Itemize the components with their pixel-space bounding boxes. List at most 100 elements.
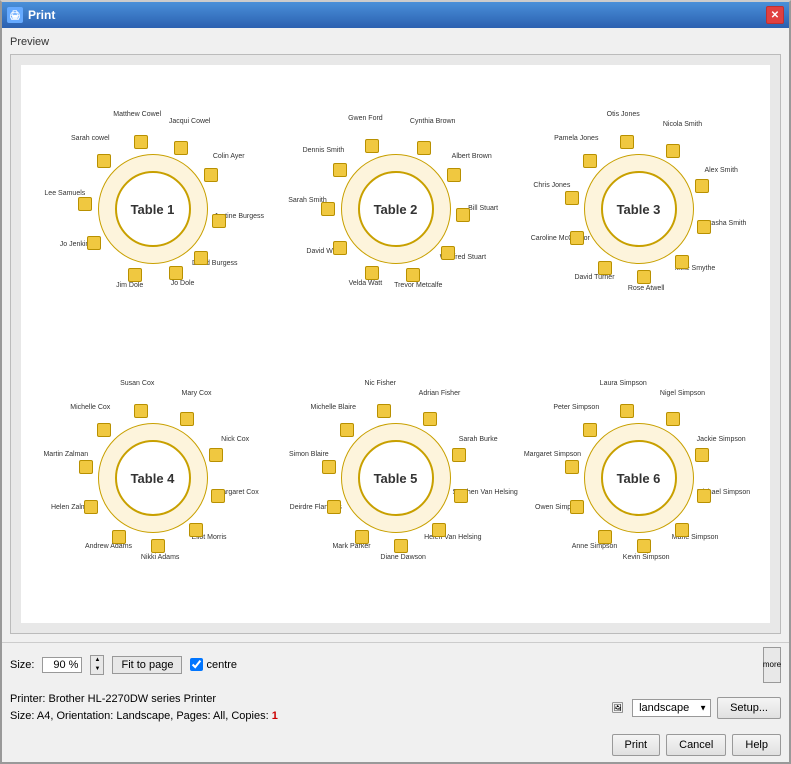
- close-button[interactable]: ✕: [766, 6, 784, 24]
- table-container-4: Table 4Susan CoxMichelle CoxMartin Zalma…: [36, 349, 269, 608]
- seat-name-3-2: Pamela Jones: [548, 135, 604, 143]
- table-container-6: Table 6 Laura Simpson Peter Simpson Margare…: [522, 349, 755, 608]
- window-title: Print: [28, 8, 55, 22]
- more-button[interactable]: more: [763, 647, 781, 683]
- table-label-5: Table 5: [358, 440, 434, 516]
- seat-4-8: [211, 489, 225, 503]
- fit-to-page-button[interactable]: Fit to page: [112, 656, 182, 674]
- seat-1-3: [174, 141, 188, 155]
- print-icon: 🖨: [7, 7, 23, 23]
- seat-3-8: [697, 220, 711, 234]
- seat-6-4: [570, 500, 584, 514]
- seat-4-5: [112, 530, 126, 544]
- seat-name-1-3: Jacqui Cowel: [162, 118, 218, 126]
- seat-4-6: [151, 539, 165, 553]
- orientation-select[interactable]: landscape portrait: [632, 699, 711, 717]
- print-button[interactable]: Print: [612, 734, 661, 756]
- table-diagram-5: Table 5Nic FisherMichelle BlaireSimon Bl…: [306, 388, 486, 568]
- seat-1-7: [169, 266, 183, 280]
- seat-2-10: [417, 141, 431, 155]
- seat-name-6-3: Margaret Simpson: [524, 451, 580, 459]
- orientation-select-wrapper: landscape portrait: [632, 699, 711, 717]
- seat-2-8: [456, 208, 470, 222]
- centre-checkbox-group: centre: [190, 658, 237, 671]
- info-bar: Printer: Brother HL-2270DW series Printe…: [2, 687, 789, 730]
- seat-name-1-4: Colin Ayer: [201, 153, 257, 161]
- seat-1-4: [204, 168, 218, 182]
- seat-6-6: [637, 539, 651, 553]
- seat-5-9: [452, 448, 466, 462]
- seat-4-4: [84, 500, 98, 514]
- seat-3-10: [666, 144, 680, 158]
- size-spinner[interactable]: ▲ ▼: [90, 655, 104, 675]
- seat-3-5: [598, 261, 612, 275]
- seat-name-2-9: Albert Brown: [444, 153, 500, 161]
- seat-name-3-9: Alex Smith: [693, 167, 749, 175]
- centre-checkbox[interactable]: [190, 658, 203, 671]
- seat-name-1-2: Matthew Cowel: [109, 111, 165, 119]
- seat-6-9: [695, 448, 709, 462]
- spin-down[interactable]: ▼: [91, 665, 103, 674]
- table-label-1: Table 1: [115, 171, 191, 247]
- controls-bar: Size: ▲ ▼ Fit to page centre more: [2, 642, 789, 687]
- table-container-5: Table 5Nic FisherMichelle BlaireSimon Bl…: [279, 349, 512, 608]
- landscape-icon: 🖼: [611, 703, 624, 714]
- seat-3-9: [695, 179, 709, 193]
- seat-3-7: [675, 255, 689, 269]
- more-label: more: [763, 660, 781, 669]
- seat-name-5-3: Simon Blaire: [281, 451, 337, 459]
- seat-1-5: [212, 214, 226, 228]
- seat-name-4-6: Nikki Adams: [132, 554, 188, 562]
- spin-up[interactable]: ▲: [91, 656, 103, 665]
- cancel-button[interactable]: Cancel: [666, 734, 726, 756]
- seat-4-10: [180, 412, 194, 426]
- seat-1-1: [97, 154, 111, 168]
- preview-label: Preview: [10, 36, 781, 48]
- seat-name-6-10: Nigel Simpson: [655, 390, 711, 398]
- seat-name-2-2: Dennis Smith: [295, 147, 351, 155]
- copies-count: 1: [272, 710, 278, 722]
- seat-name-1-7: Jo Dole: [155, 280, 211, 288]
- seat-name-5-6: Diane Dawson: [375, 554, 431, 562]
- seat-name-6-2: Peter Simpson: [548, 404, 604, 412]
- centre-label: centre: [206, 659, 237, 671]
- printer-info-line2: Size: A4, Orientation: Landscape, Pages:…: [10, 708, 278, 726]
- seat-6-5: [598, 530, 612, 544]
- info-right: 🖼 landscape portrait Setup...: [611, 697, 781, 719]
- seat-4-1: [134, 404, 148, 418]
- table-container-2: Table 2Gwen FordDennis SmithSarah SmithD…: [279, 80, 512, 339]
- seat-1-8: [128, 268, 142, 282]
- seat-5-10: [423, 412, 437, 426]
- seat-3-2: [583, 154, 597, 168]
- seat-1-2: [134, 135, 148, 149]
- tables-grid: Table 1 Sarah cowel Matthew CowelJacqui Co…: [36, 80, 755, 608]
- table-diagram-4: Table 4Susan CoxMichelle CoxMartin Zalma…: [63, 388, 243, 568]
- seat-name-3-1: Otis Jones: [595, 111, 651, 119]
- seat-2-1: [365, 139, 379, 153]
- seat-5-4: [327, 500, 341, 514]
- seat-1-10: [78, 197, 92, 211]
- seat-name-6-1: Laura Simpson: [595, 380, 651, 388]
- seat-4-7: [189, 523, 203, 537]
- seat-name-2-5: Velda Watt: [337, 280, 393, 288]
- help-button[interactable]: Help: [732, 734, 781, 756]
- seat-3-3: [565, 191, 579, 205]
- seat-name-4-10: Mary Cox: [169, 390, 225, 398]
- size-label: Size:: [10, 659, 34, 671]
- seat-2-4: [333, 241, 347, 255]
- seat-3-4: [570, 231, 584, 245]
- buttons-bar: Print Cancel Help: [2, 730, 789, 762]
- seat-name-4-3: Martin Zalman: [38, 451, 94, 459]
- size-input[interactable]: [42, 657, 82, 673]
- table-diagram-1: Table 1Sarah cowelMatthew CowelJacqui Co…: [63, 119, 243, 299]
- seat-1-9: [87, 236, 101, 250]
- seat-name-1-1: Sarah cowel: [62, 135, 118, 143]
- setup-button[interactable]: Setup...: [717, 697, 781, 719]
- seat-6-2: [583, 423, 597, 437]
- table-diagram-6: Table 6Laura SimpsonPeter SimpsonMargare…: [549, 388, 729, 568]
- seat-name-4-9: Nick Cox: [207, 436, 263, 444]
- table-label-6: Table 6: [601, 440, 677, 516]
- seat-5-3: [322, 460, 336, 474]
- preview-area: Table 1 Sarah cowel Matthew CowelJacqui Co…: [10, 54, 781, 634]
- seat-name-2-1: Gwen Ford: [337, 115, 393, 123]
